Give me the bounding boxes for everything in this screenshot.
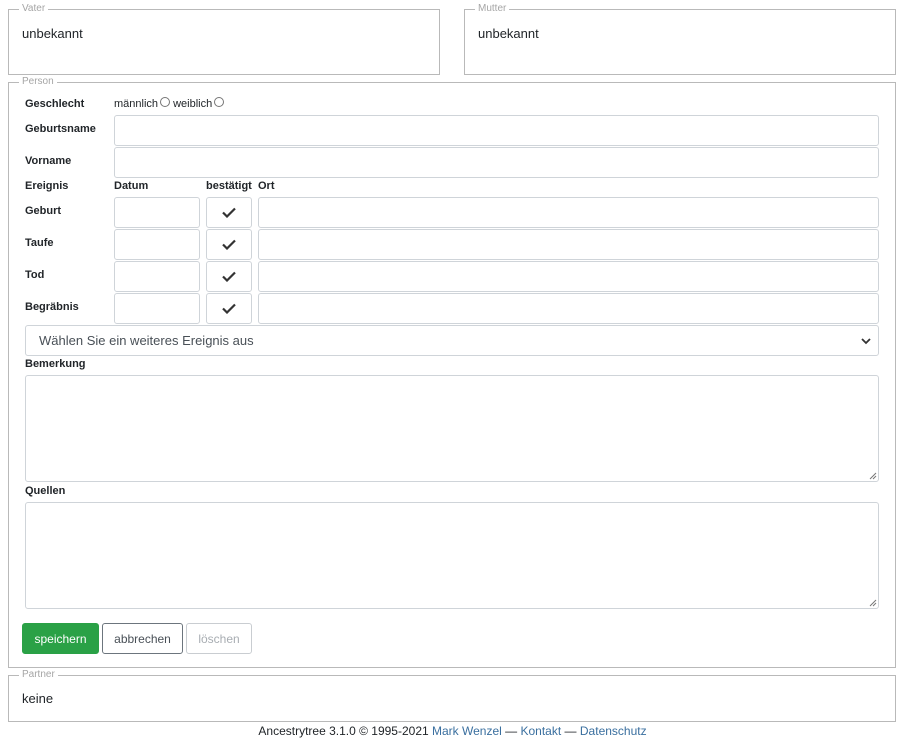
burial-place-input[interactable] [258, 293, 879, 324]
event-column-header: Ereignis [25, 180, 69, 192]
event-label-death: Tod [25, 269, 45, 281]
event-label-birth: Geburt [25, 205, 62, 217]
place-column-header: Ort [258, 180, 275, 192]
footer-separator: — [505, 724, 518, 738]
footer-copyright: Ancestrytree 3.1.0 © 1995-2021 [258, 724, 429, 738]
author-link[interactable]: Mark Wenzel [432, 724, 502, 738]
mother-value[interactable]: unbekannt [478, 26, 539, 41]
birthname-label: Geburtsname [25, 123, 96, 135]
checkmark-icon [222, 207, 236, 218]
birth-place-input[interactable] [258, 197, 879, 228]
contact-link[interactable]: Kontakt [521, 724, 562, 738]
resize-grip-icon[interactable] [868, 471, 877, 480]
mother-fieldset: Mutter unbekannt [464, 3, 896, 75]
death-confirmed-toggle[interactable] [206, 261, 252, 292]
confirmed-column-header: bestätigt [206, 180, 252, 192]
checkmark-icon [222, 239, 236, 250]
additional-event-select-value: Wählen Sie ein weiteres Ereignis aus [39, 333, 254, 348]
chevron-down-icon [861, 338, 871, 345]
partner-legend: Partner [19, 669, 58, 681]
gender-female-radio[interactable] [214, 97, 225, 107]
remark-textarea[interactable] [25, 375, 879, 482]
father-value[interactable]: unbekannt [22, 26, 83, 41]
additional-event-select[interactable]: Wählen Sie ein weiteres Ereignis aus [25, 325, 879, 356]
sources-label: Quellen [25, 485, 66, 497]
footer-separator: — [564, 724, 577, 738]
birth-date-input[interactable] [114, 197, 200, 228]
remark-label: Bemerkung [25, 358, 86, 370]
firstname-label: Vorname [25, 155, 72, 167]
death-date-input[interactable] [114, 261, 200, 292]
event-label-burial: Begräbnis [25, 301, 79, 313]
baptism-place-input[interactable] [258, 229, 879, 260]
date-column-header: Datum [114, 180, 149, 192]
partner-fieldset: Partner keine [8, 669, 896, 722]
gender-label: Geschlecht [25, 98, 85, 110]
event-label-baptism: Taufe [25, 237, 54, 249]
person-legend: Person [19, 76, 57, 88]
cancel-button[interactable]: abbrechen [102, 623, 183, 654]
father-legend: Vater [19, 3, 49, 15]
resize-grip-icon[interactable] [868, 598, 877, 607]
burial-confirmed-toggle[interactable] [206, 293, 252, 324]
checkmark-icon [222, 271, 236, 282]
baptism-confirmed-toggle[interactable] [206, 229, 252, 260]
death-place-input[interactable] [258, 261, 879, 292]
birth-confirmed-toggle[interactable] [206, 197, 252, 228]
father-fieldset: Vater unbekannt [8, 3, 440, 75]
gender-male-label: männlich [114, 98, 159, 110]
gender-male-radio[interactable] [160, 97, 171, 107]
baptism-date-input[interactable] [114, 229, 200, 260]
checkmark-icon [222, 303, 236, 314]
birthname-input[interactable] [114, 115, 879, 146]
privacy-link[interactable]: Datenschutz [580, 724, 647, 738]
partner-value[interactable]: keine [22, 691, 53, 706]
delete-button[interactable]: löschen [186, 623, 252, 654]
sources-textarea[interactable] [25, 502, 879, 609]
burial-date-input[interactable] [114, 293, 200, 324]
footer: Ancestrytree 3.1.0 © 1995-2021 Mark Wenz… [0, 724, 905, 738]
firstname-input[interactable] [114, 147, 879, 178]
gender-female-label: weiblich [173, 98, 213, 110]
gender-options: männlich weiblich [114, 97, 225, 110]
save-button[interactable]: speichern [22, 623, 99, 654]
mother-legend: Mutter [475, 3, 510, 15]
